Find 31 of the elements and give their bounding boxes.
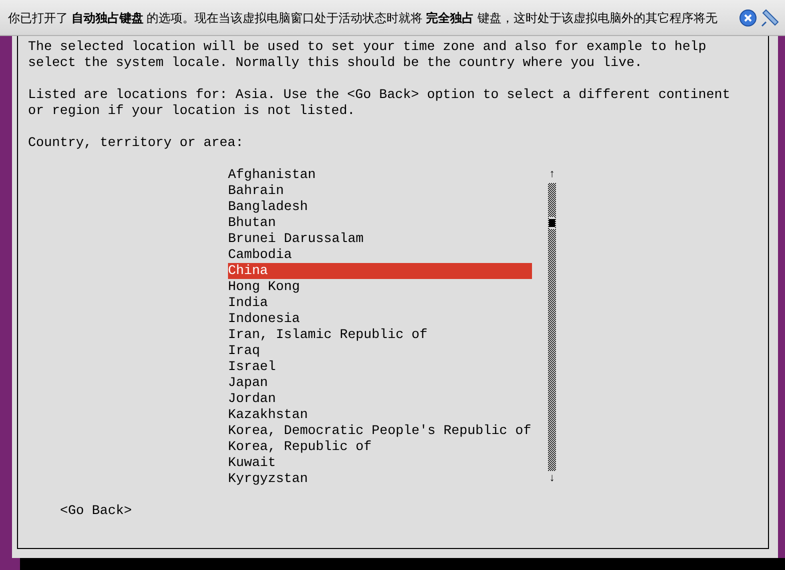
country-list-item[interactable]: Japan	[228, 375, 532, 391]
country-list-item[interactable]: China	[228, 263, 532, 279]
pin-icon[interactable]	[761, 8, 779, 26]
country-list-item[interactable]: Kyrgyzstan	[228, 471, 532, 487]
country-list-item[interactable]: Indonesia	[228, 311, 532, 327]
scrollbar-thumb[interactable]	[549, 217, 555, 229]
scroll-down-arrow[interactable]: ↓	[548, 471, 556, 487]
description-text: The selected location will be used to set your time zone and also for example to help select the system locale. Normally this should be the country where you live.	[28, 39, 708, 71]
country-list-item[interactable]: Kuwait	[228, 455, 532, 471]
country-list-item[interactable]: India	[228, 295, 532, 311]
country-list-item[interactable]: Bhutan	[228, 215, 532, 231]
scroll-up-arrow[interactable]: ↑	[548, 167, 556, 183]
description-text: Listed are locations for: Asia. Use the <Go Back> option to select a different continent or region if your location is not listed.	[28, 87, 732, 119]
country-list-item[interactable]: Korea, Democratic People's Republic of	[228, 423, 532, 439]
country-list-item[interactable]: Kazakhstan	[228, 407, 532, 423]
prompt-label: Country, territory or area:	[28, 135, 244, 151]
country-list-item[interactable]: Cambodia	[228, 247, 532, 263]
notification-message: 你已打开了 自动独占键盘 的选项。现在当该虚拟电脑窗口处于活动状态时就将 完全独占 键盘，这时处于该虚拟电脑外的其它程序将无	[8, 10, 718, 26]
close-icon[interactable]	[739, 8, 757, 26]
country-list-item[interactable]: Bahrain	[228, 183, 532, 199]
country-list-item[interactable]: Jordan	[228, 391, 532, 407]
country-list-item[interactable]: Korea, Republic of	[228, 439, 532, 455]
go-back-button[interactable]: <Go Back>	[60, 503, 132, 519]
country-list-item[interactable]: Hong Kong	[228, 279, 532, 295]
scrollbar[interactable]	[548, 183, 556, 471]
country-list-item[interactable]: Brunei Darussalam	[228, 231, 532, 247]
country-list-item[interactable]: Iraq	[228, 343, 532, 359]
country-list-item[interactable]: Afghanistan	[228, 167, 532, 183]
country-list-item[interactable]: Bangladesh	[228, 199, 532, 215]
country-list-item[interactable]: Iran, Islamic Republic of	[228, 327, 532, 343]
country-list-item[interactable]: Israel	[228, 359, 532, 375]
